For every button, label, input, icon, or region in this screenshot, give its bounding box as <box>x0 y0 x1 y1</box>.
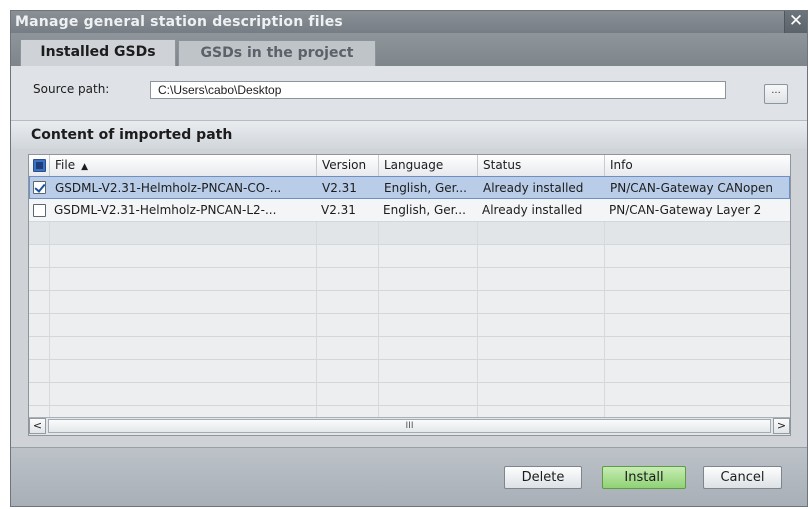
tab-installed-gsds[interactable]: Installed GSDs <box>20 39 176 66</box>
browse-button[interactable]: ... <box>764 84 788 104</box>
empty-row <box>29 268 790 291</box>
empty-row <box>29 222 790 245</box>
dialog-footer: Delete Install Cancel <box>11 447 807 506</box>
column-status[interactable]: Status <box>477 155 604 176</box>
column-divider <box>477 222 478 418</box>
horizontal-scrollbar[interactable]: < III > <box>29 417 790 435</box>
install-button[interactable]: Install <box>602 466 686 489</box>
column-divider <box>316 222 317 418</box>
column-version[interactable]: Version <box>316 155 378 176</box>
cell-version: V2.31 <box>322 181 357 195</box>
scroll-left-icon[interactable]: < <box>29 418 46 434</box>
column-language[interactable]: Language <box>378 155 477 176</box>
column-file[interactable]: File ▲ <box>49 155 316 176</box>
empty-row <box>29 360 790 383</box>
tab-strip: Installed GSDs GSDs in the project <box>11 33 807 67</box>
row-checkbox[interactable] <box>33 204 46 217</box>
empty-row <box>29 383 790 406</box>
scroll-right-icon[interactable]: > <box>773 418 790 434</box>
cell-status: Already installed <box>482 203 583 217</box>
window-title: Manage general station description files <box>11 11 807 33</box>
sort-ascending-icon: ▲ <box>81 162 89 172</box>
gsd-table: File ▲ Version Language Status Info GSDML… <box>28 154 791 436</box>
table-header: File ▲ Version Language Status Info <box>29 155 790 177</box>
section-title: Content of imported path <box>31 127 233 143</box>
tab-gsds-in-project[interactable]: GSDs in the project <box>178 40 376 67</box>
cell-status: Already installed <box>483 181 584 195</box>
column-divider <box>378 222 379 418</box>
close-icon[interactable]: ✕ <box>784 11 807 33</box>
cell-info: PN/CAN-Gateway Layer 2 <box>609 203 762 217</box>
column-info[interactable]: Info <box>604 155 790 176</box>
cell-file: GSDML-V2.31-Helmholz-PNCAN-L2-... <box>54 203 277 217</box>
delete-button[interactable]: Delete <box>504 466 582 489</box>
content-section-header: Content of imported path <box>11 120 807 149</box>
table-row[interactable]: GSDML-V2.31-Helmholz-PNCAN-CO-... V2.31 … <box>29 176 790 199</box>
cell-language: English, Ger... <box>383 203 466 217</box>
row-checkbox[interactable] <box>33 181 46 194</box>
cell-file: GSDML-V2.31-Helmholz-PNCAN-CO-... <box>55 181 282 195</box>
empty-row <box>29 337 790 360</box>
cell-language: English, Ger... <box>384 181 467 195</box>
gsd-manager-dialog: Manage general station description files… <box>10 10 808 507</box>
cancel-button[interactable]: Cancel <box>703 466 782 489</box>
source-path-row: Source path: C:\Users\cabo\Desktop ... <box>11 66 807 120</box>
column-divider <box>604 222 605 418</box>
empty-row <box>29 314 790 337</box>
empty-row <box>29 245 790 268</box>
column-file-label: File <box>55 158 76 172</box>
column-divider <box>49 222 50 418</box>
select-all-checkbox[interactable] <box>33 159 46 172</box>
cell-version: V2.31 <box>321 203 356 217</box>
source-path-label: Source path: <box>33 82 110 96</box>
table-row[interactable]: GSDML-V2.31-Helmholz-PNCAN-L2-... V2.31 … <box>29 199 790 222</box>
source-path-input[interactable]: C:\Users\cabo\Desktop <box>150 81 726 99</box>
cell-info: PN/CAN-Gateway CANopen <box>610 181 773 195</box>
scroll-thumb[interactable]: III <box>48 419 771 433</box>
empty-row <box>29 291 790 314</box>
